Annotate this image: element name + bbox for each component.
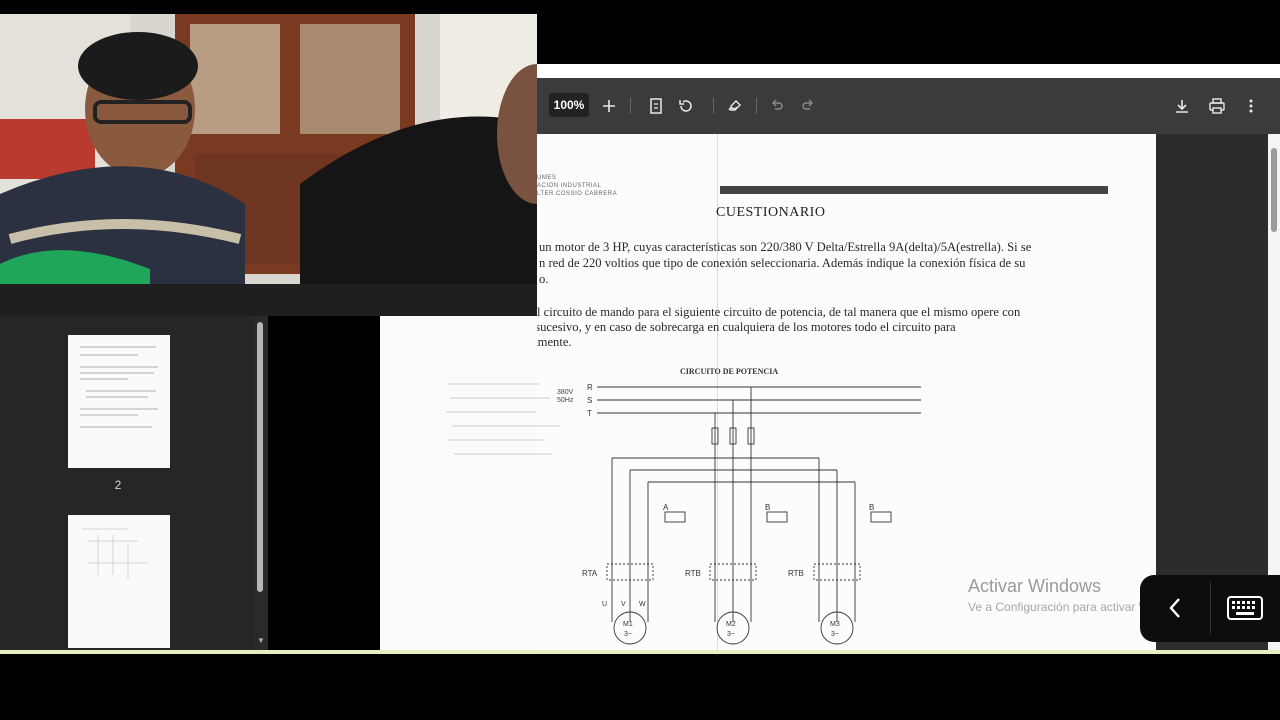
contactor-label: B bbox=[869, 503, 874, 512]
terminal-label: U bbox=[602, 601, 607, 608]
phase-label: S bbox=[587, 396, 592, 405]
motor-label: M1 bbox=[623, 621, 633, 628]
thumbnail-preview bbox=[80, 346, 158, 428]
terminal-label: W bbox=[639, 601, 646, 608]
sidebar-scrollbar-thumb[interactable] bbox=[257, 322, 263, 592]
question-1-line: n red de 220 voltios que tipo de conexió… bbox=[539, 256, 1026, 270]
question-2-line: arranque sucesivo, y en caso de sobrecar… bbox=[537, 320, 956, 334]
page-header-info: UMES ACION INDUSTRIAL LTER COSSIO CABRER… bbox=[537, 174, 617, 198]
annotate-icon[interactable] bbox=[721, 92, 749, 120]
header-line: ACION INDUSTRIAL bbox=[537, 183, 602, 189]
question-1-line: un motor de 3 HP, cuyas características … bbox=[539, 240, 1032, 254]
phase-label: T bbox=[587, 409, 592, 418]
motor-phase-label: 3~ bbox=[727, 631, 735, 638]
download-icon[interactable] bbox=[1168, 92, 1196, 120]
motor-label: M2 bbox=[726, 621, 736, 628]
header-line: LTER COSSIO CABRERA bbox=[537, 191, 618, 197]
taskbar-edge bbox=[0, 650, 1280, 654]
pdf-toolbar: 100% bbox=[537, 78, 1280, 134]
question-1-line: o. bbox=[539, 272, 549, 286]
question-2-line: l circuito de mando para el siguiente ci… bbox=[537, 305, 1021, 319]
thumbnail-preview bbox=[82, 528, 148, 579]
header-line: UMES bbox=[537, 175, 557, 181]
scroll-down-arrow-icon[interactable]: ▼ bbox=[256, 636, 266, 646]
contactor-label: A bbox=[663, 503, 669, 512]
motor-label: M3 bbox=[830, 621, 840, 628]
rotate-icon[interactable] bbox=[672, 92, 700, 120]
toolbar-divider bbox=[713, 98, 714, 114]
document-page: UMES ACION INDUSTRIAL LTER COSSIO CABRER… bbox=[537, 134, 1156, 650]
print-icon[interactable] bbox=[1203, 92, 1231, 120]
document-title: CUESTIONARIO bbox=[716, 205, 826, 220]
toolbar-divider bbox=[630, 98, 631, 114]
diagram-title: CIRCUITO DE POTENCIA bbox=[680, 367, 778, 376]
header-bar bbox=[720, 186, 1108, 194]
widget-divider bbox=[1210, 582, 1211, 634]
toolbar-divider bbox=[756, 98, 757, 114]
motor-phase-label: 3~ bbox=[831, 631, 839, 638]
phase-label: R bbox=[587, 383, 593, 392]
thumbnail-page-number: 2 bbox=[114, 478, 122, 492]
webcam-scene-image bbox=[0, 14, 537, 316]
zoom-in-icon[interactable] bbox=[595, 92, 623, 120]
chevron-left-icon[interactable] bbox=[1160, 592, 1190, 624]
contactor-label: B bbox=[765, 503, 770, 512]
activation-watermark-title: Activar Windows bbox=[968, 576, 1102, 596]
keyboard-icon[interactable] bbox=[1225, 592, 1265, 624]
notebook-page-edge bbox=[380, 316, 537, 650]
notebook-binding-area bbox=[268, 316, 380, 650]
relay-label: RTB bbox=[788, 569, 804, 578]
relay-label: RTA bbox=[582, 569, 598, 578]
motor-phase-label: 3~ bbox=[624, 631, 632, 638]
more-options-icon[interactable] bbox=[1237, 92, 1265, 120]
faded-notes-image bbox=[446, 383, 560, 455]
document-scrollbar-thumb[interactable] bbox=[1271, 148, 1277, 232]
webcam-video-feed bbox=[0, 14, 537, 316]
viewer-title-strip bbox=[537, 64, 1280, 78]
relay-label: RTB bbox=[685, 569, 701, 578]
activation-watermark-subtitle: Ve a Configuración para activar Windows. bbox=[968, 600, 1140, 614]
fit-page-icon[interactable] bbox=[642, 92, 670, 120]
terminal-label: V bbox=[621, 601, 626, 608]
question-2-line: inmediatamente. bbox=[537, 335, 572, 349]
page-thumbnail[interactable] bbox=[68, 335, 170, 468]
page-thumbnail[interactable] bbox=[68, 515, 170, 648]
redo-icon[interactable] bbox=[794, 92, 822, 120]
zoom-level-input[interactable]: 100% bbox=[549, 93, 589, 117]
undo-icon[interactable] bbox=[763, 92, 791, 120]
